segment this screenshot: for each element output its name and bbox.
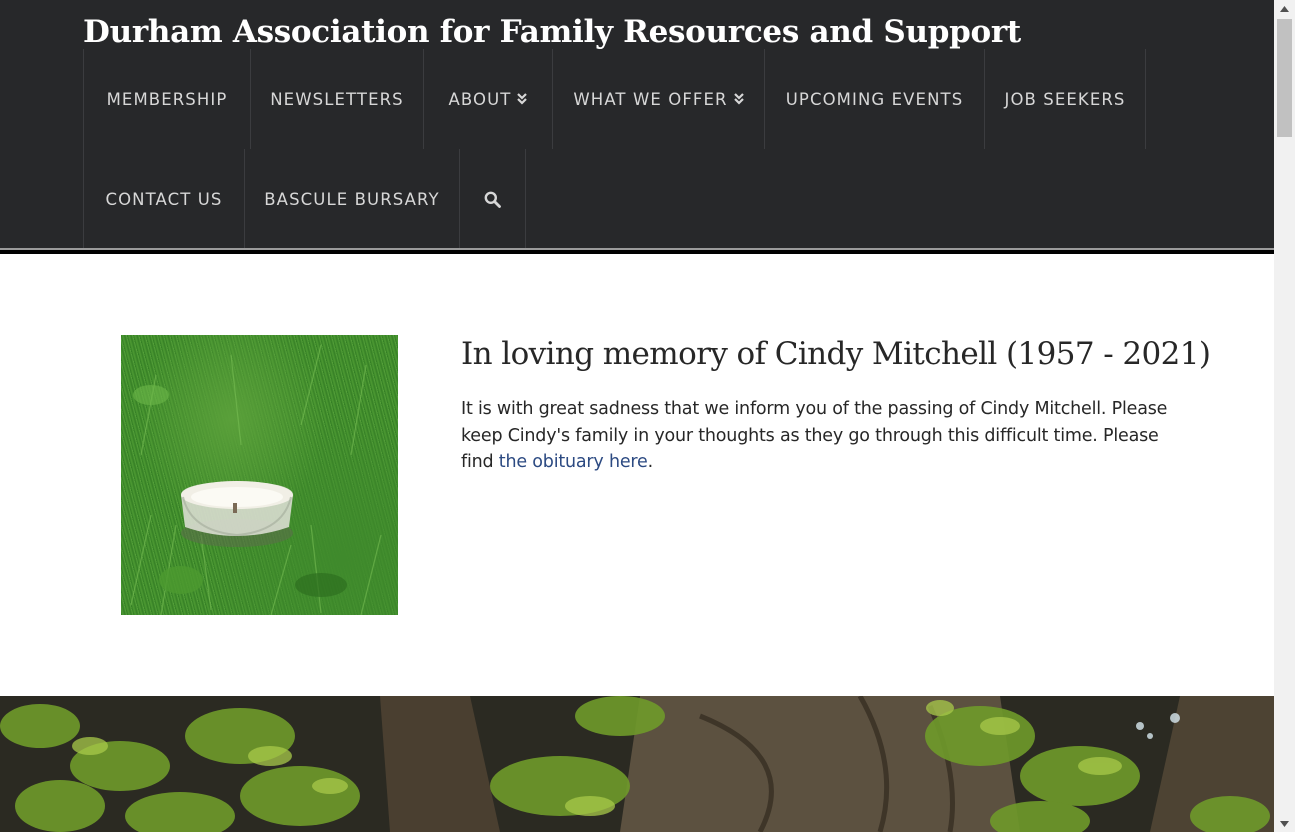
scroll-down-arrow-icon[interactable] [1274, 815, 1295, 832]
nav-label: MEMBERSHIP [106, 89, 228, 109]
primary-nav-row-2: CONTACT US BASCULE BURSARY [83, 149, 526, 249]
candle-in-grass-image [130, 344, 382, 615]
nav-label: WHAT WE OFFER [573, 89, 728, 109]
memorial-message: It is with great sadness that we inform … [461, 396, 1191, 476]
nav-what-we-offer[interactable]: WHAT WE OFFER [552, 49, 764, 149]
site-header: Durham Association for Family Resources … [0, 0, 1274, 249]
tree-foliage-image [0, 696, 1274, 832]
memorial-heading: In loving memory of Cindy Mitchell (1957… [461, 336, 1211, 372]
nav-label: BASCULE BURSARY [264, 189, 440, 209]
primary-nav-row-1: MEMBERSHIP NEWSLETTERS ABOUT WHAT WE OFF… [83, 49, 1146, 149]
nav-bascule-bursary[interactable]: BASCULE BURSARY [244, 149, 459, 249]
nav-about[interactable]: ABOUT [423, 49, 552, 149]
tree-foliage-banner-image [0, 696, 1274, 832]
nav-membership[interactable]: MEMBERSHIP [83, 49, 250, 149]
vertical-scrollbar[interactable] [1274, 0, 1295, 832]
nav-label: NEWSLETTERS [270, 89, 404, 109]
nav-search-button[interactable] [459, 149, 526, 249]
nav-label: ABOUT [448, 89, 512, 109]
search-icon [484, 191, 501, 208]
nav-job-seekers[interactable]: JOB SEEKERS [984, 49, 1146, 149]
double-chevron-down-icon [733, 93, 744, 105]
double-chevron-down-icon [517, 93, 528, 105]
nav-upcoming-events[interactable]: UPCOMING EVENTS [764, 49, 984, 149]
nav-contact-us[interactable]: CONTACT US [83, 149, 244, 249]
memorial-candle-photo [121, 335, 398, 615]
memorial-message-end: . [647, 452, 654, 472]
nav-label: CONTACT US [105, 189, 223, 209]
site-title[interactable]: Durham Association for Family Resources … [83, 14, 1021, 50]
header-border [0, 248, 1274, 254]
nav-newsletters[interactable]: NEWSLETTERS [250, 49, 423, 149]
page: Durham Association for Family Resources … [0, 0, 1274, 832]
scroll-up-arrow-icon[interactable] [1274, 0, 1295, 17]
nav-label: UPCOMING EVENTS [785, 89, 964, 109]
obituary-link[interactable]: the obituary here [499, 452, 648, 472]
nav-label: JOB SEEKERS [1004, 89, 1126, 109]
scrollbar-thumb[interactable] [1277, 19, 1292, 137]
